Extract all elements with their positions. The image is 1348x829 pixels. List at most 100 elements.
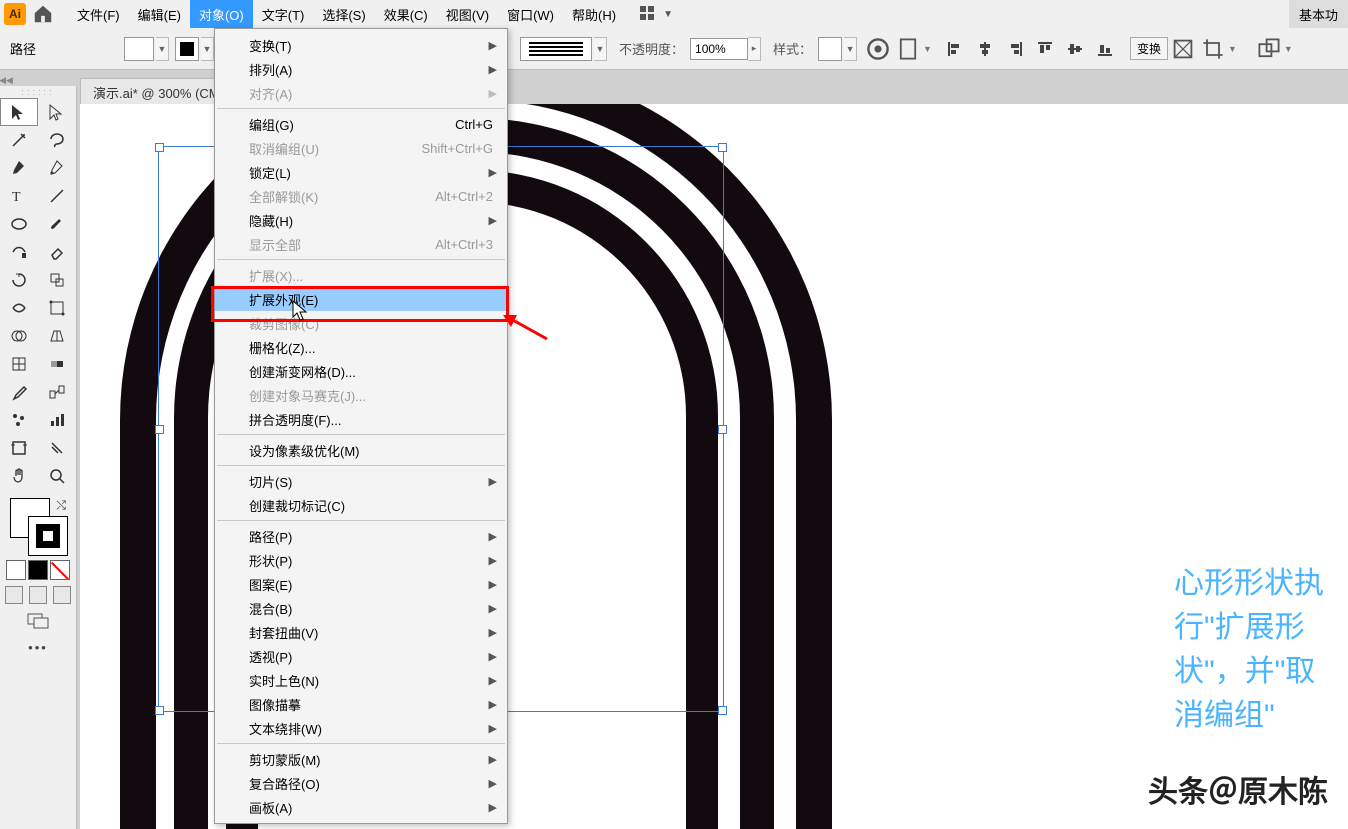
menu-item[interactable]: 混合(B)▶	[215, 596, 507, 620]
zoom-tool[interactable]	[38, 462, 76, 490]
align-hcenter-icon[interactable]	[973, 37, 997, 61]
align-left-icon[interactable]	[943, 37, 967, 61]
fill-dropdown[interactable]: ▼	[156, 37, 169, 61]
symbol-sprayer-tool[interactable]	[0, 406, 38, 434]
chevron-down-icon[interactable]: ▼	[663, 9, 673, 20]
draw-behind-icon[interactable]	[29, 586, 47, 604]
ellipse-tool[interactable]	[0, 210, 38, 238]
panel-grip[interactable]: ::::::	[0, 86, 76, 98]
rotate-tool[interactable]	[0, 266, 38, 294]
align-top-icon[interactable]	[1033, 37, 1057, 61]
menu-item[interactable]: 剪切蒙版(M)▶	[215, 747, 507, 771]
align-right-icon[interactable]	[1003, 37, 1027, 61]
shape-builder-tool[interactable]	[0, 322, 38, 350]
free-transform-tool[interactable]	[38, 294, 76, 322]
menu-item[interactable]: 透视(P)▶	[215, 644, 507, 668]
menu-item[interactable]: 形状(P)▶	[215, 548, 507, 572]
screen-mode-icon[interactable]	[0, 612, 76, 630]
menu-item[interactable]: 路径(P)▶	[215, 524, 507, 548]
menu-item[interactable]: 切片(S)▶	[215, 469, 507, 493]
eraser-tool[interactable]	[38, 238, 76, 266]
hand-tool[interactable]	[0, 462, 38, 490]
scale-tool[interactable]	[38, 266, 76, 294]
panel-handle[interactable]: ◀◀	[0, 74, 12, 86]
menu-item[interactable]: 隐藏(H)▶	[215, 208, 507, 232]
perspective-tool[interactable]	[38, 322, 76, 350]
style-dropdown[interactable]: ▼	[844, 37, 857, 61]
recolor-icon[interactable]	[866, 37, 890, 61]
graph-tool[interactable]	[38, 406, 76, 434]
menu-item[interactable]: 栅格化(Z)...	[215, 335, 507, 359]
gradient-mode-icon[interactable]	[28, 560, 48, 580]
style-swatch[interactable]	[818, 37, 842, 61]
menu-item[interactable]: 创建裁切标记(C)	[215, 493, 507, 517]
artboard-tool[interactable]	[0, 434, 38, 462]
menu-视图V[interactable]: 视图(V)	[437, 0, 498, 28]
mesh-tool[interactable]	[0, 350, 38, 378]
gradient-tool[interactable]	[38, 350, 76, 378]
menu-文件F[interactable]: 文件(F)	[68, 0, 129, 28]
menu-item[interactable]: 复合路径(O)▶	[215, 771, 507, 795]
menu-item[interactable]: 锁定(L)▶	[215, 160, 507, 184]
menu-对象O[interactable]: 对象(O)	[190, 0, 253, 28]
width-tool[interactable]	[0, 294, 38, 322]
lasso-tool[interactable]	[38, 126, 76, 154]
pen-tool[interactable]	[0, 154, 38, 182]
align-bottom-icon[interactable]	[1093, 37, 1117, 61]
fill-swatch[interactable]	[124, 37, 154, 61]
stroke-profile[interactable]	[520, 37, 592, 61]
isolate-icon[interactable]	[1171, 37, 1195, 61]
stroke-profile-dropdown[interactable]: ▼	[594, 37, 607, 61]
arrange-icon[interactable]	[1257, 37, 1281, 61]
menu-item[interactable]: 图案(E)▶	[215, 572, 507, 596]
selection-tool[interactable]	[0, 98, 38, 126]
color-mode-icon[interactable]	[6, 560, 26, 580]
menu-item[interactable]: 变换(T)▶	[215, 33, 507, 57]
opacity-dropdown[interactable]: ▸	[748, 37, 761, 61]
menu-效果C[interactable]: 效果(C)	[375, 0, 437, 28]
blend-tool[interactable]	[38, 378, 76, 406]
menu-item[interactable]: 文本绕排(W)▶	[215, 716, 507, 740]
magic-wand-tool[interactable]	[0, 126, 38, 154]
fill-stroke-control[interactable]: ⤭	[8, 496, 68, 556]
menu-item[interactable]: 封套扭曲(V)▶	[215, 620, 507, 644]
paintbrush-tool[interactable]	[38, 210, 76, 238]
transform-button[interactable]: 变换	[1130, 37, 1168, 60]
menu-item[interactable]: 实时上色(N)▶	[215, 668, 507, 692]
menu-item[interactable]: 扩展外观(E)	[215, 287, 507, 311]
crop-icon[interactable]	[1201, 37, 1225, 61]
menu-item[interactable]: 拼合透明度(F)...	[215, 407, 507, 431]
home-icon[interactable]	[32, 3, 54, 25]
opacity-input[interactable]: 100%	[690, 38, 748, 60]
draw-inside-icon[interactable]	[53, 586, 71, 604]
swap-fill-stroke-icon[interactable]: ⤭	[56, 498, 66, 513]
workspace-label[interactable]: 基本功	[1289, 0, 1348, 28]
type-tool[interactable]: T	[0, 182, 38, 210]
shaper-tool[interactable]	[0, 238, 38, 266]
edit-toolbar-icon[interactable]: •••	[0, 640, 76, 655]
workspace-icon[interactable]	[639, 5, 657, 23]
menu-item[interactable]: 画板(A)▶	[215, 795, 507, 819]
stroke-box[interactable]	[28, 516, 68, 556]
draw-normal-icon[interactable]	[5, 586, 23, 604]
line-tool[interactable]	[38, 182, 76, 210]
direct-selection-tool[interactable]	[38, 98, 76, 126]
eyedropper-tool[interactable]	[0, 378, 38, 406]
slice-tool[interactable]	[38, 434, 76, 462]
menu-item[interactable]: 编组(G)Ctrl+G	[215, 112, 507, 136]
menu-item[interactable]: 设为像素级优化(M)	[215, 438, 507, 462]
stroke-swatch[interactable]	[175, 37, 199, 61]
align-vcenter-icon[interactable]	[1063, 37, 1087, 61]
none-mode-icon[interactable]	[50, 560, 70, 580]
curvature-tool[interactable]	[38, 154, 76, 182]
menu-窗口W[interactable]: 窗口(W)	[498, 0, 563, 28]
menu-item[interactable]: 创建渐变网格(D)...	[215, 359, 507, 383]
stroke-dropdown[interactable]: ▼	[201, 37, 214, 61]
document-setup-icon[interactable]	[896, 37, 920, 61]
menu-编辑E[interactable]: 编辑(E)	[129, 0, 190, 28]
menu-帮助H[interactable]: 帮助(H)	[563, 0, 625, 28]
menu-文字T[interactable]: 文字(T)	[253, 0, 314, 28]
menu-item[interactable]: 排列(A)▶	[215, 57, 507, 81]
menu-item[interactable]: 图像描摹▶	[215, 692, 507, 716]
menu-选择S[interactable]: 选择(S)	[313, 0, 374, 28]
